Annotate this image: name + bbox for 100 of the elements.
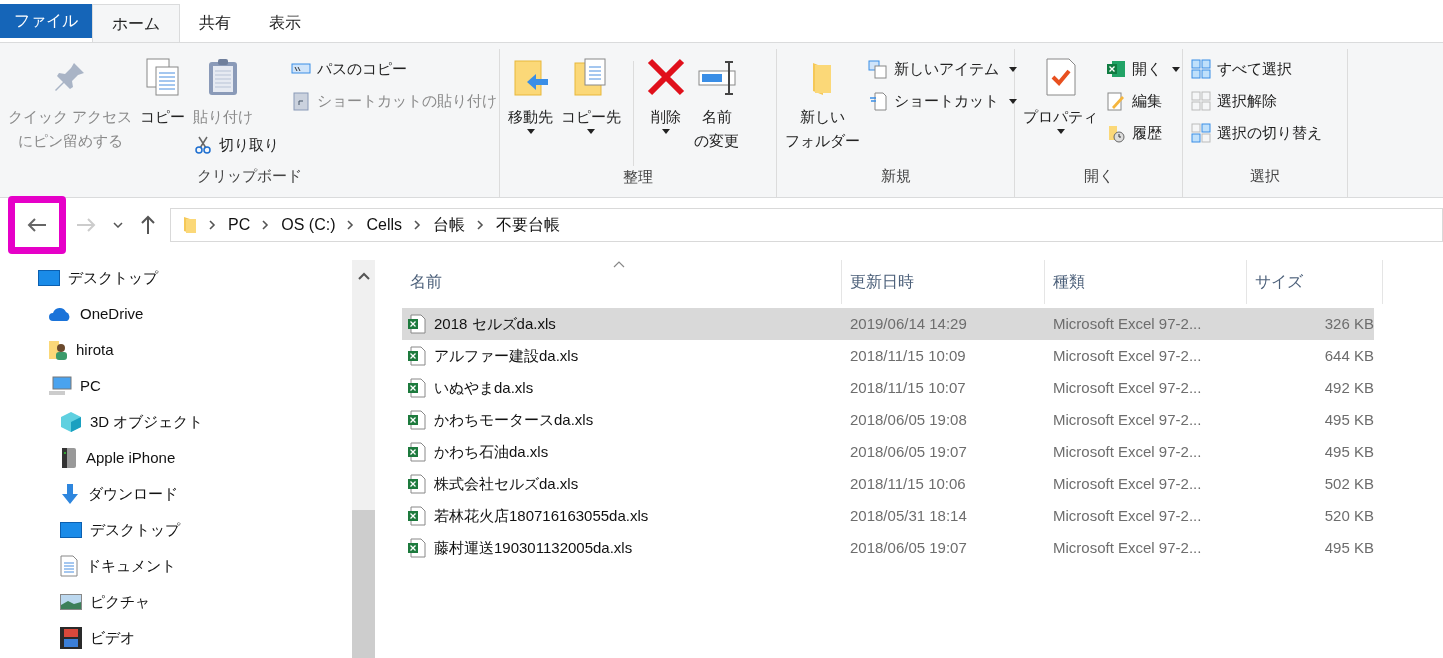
sidebar-item[interactable]: 3D オブジェクト — [0, 404, 352, 440]
film-icon — [60, 627, 82, 649]
file-name: かわち石油da.xls — [434, 441, 549, 462]
delete-icon — [646, 57, 686, 97]
column-header[interactable]: サイズ — [1247, 260, 1383, 304]
modified-date: 2018/06/05 19:08 — [849, 409, 968, 430]
new-folder-button[interactable]: 新しい フォルダー — [781, 53, 864, 153]
back-button[interactable] — [8, 196, 66, 254]
sidebar-item[interactable]: hirota — [0, 332, 352, 368]
modified-date: 2018/06/05 19:07 — [849, 537, 968, 558]
breadcrumb-item[interactable]: PC — [228, 213, 251, 237]
file-type: Microsoft Excel 97-2... — [1052, 505, 1203, 526]
file-row[interactable]: かわちモータースda.xls 2018/06/05 19:08 Microsoft Excel 97-2... 495 KB — [402, 404, 1374, 436]
back-arrow-icon — [27, 217, 47, 233]
device-icon — [60, 447, 78, 469]
cube-icon — [60, 411, 82, 433]
ribbon-group-label: 開く — [1082, 165, 1115, 186]
address-bar[interactable]: PC OS (C:) Cells 台帳 不要台帳 — [170, 208, 1443, 242]
column-header[interactable]: 名前 — [402, 260, 842, 304]
file-type: Microsoft Excel 97-2... — [1052, 537, 1203, 558]
breadcrumb-item[interactable]: Cells — [366, 213, 402, 237]
file-name: 2018 セルズda.xls — [434, 313, 556, 334]
sidebar-item[interactable]: ダウンロード — [0, 476, 352, 512]
breadcrumb-item[interactable]: 不要台帳 — [496, 213, 560, 237]
sidebar-item[interactable]: OneDrive — [0, 296, 352, 332]
select-none-button[interactable]: 選択解除 — [1187, 85, 1281, 117]
file-row[interactable]: かわち石油da.xls 2018/06/05 19:07 Microsoft Excel 97-2... 495 KB — [402, 436, 1374, 468]
properties-button[interactable]: プロパティ — [1019, 53, 1102, 134]
sidebar-item-label: ピクチャ — [90, 591, 150, 612]
cut-button[interactable]: 切り取り — [189, 129, 284, 161]
sidebar-item[interactable]: デスクトップ — [0, 260, 352, 296]
file-name: アルファー建設da.xls — [434, 345, 579, 366]
up-arrow-icon — [140, 215, 156, 235]
sidebar-item[interactable]: ピクチャ — [0, 584, 352, 620]
sidebar-item-label: 3D オブジェクト — [90, 411, 204, 432]
file-row[interactable]: 2018 セルズda.xls 2019/06/14 14:29 Microsoft Excel 97-2... 326 KB — [402, 308, 1374, 340]
shortcut-button[interactable]: ショートカット — [864, 85, 1021, 117]
new-item-button[interactable]: 新しいアイテム — [864, 53, 1021, 85]
excel-file-icon — [408, 506, 426, 526]
file-type: Microsoft Excel 97-2... — [1052, 409, 1203, 430]
sidebar-item-label: ドキュメント — [86, 555, 176, 576]
scissors-icon — [193, 135, 214, 155]
file-size: 644 KB — [1323, 345, 1374, 366]
copy-path-button[interactable]: パスのコピー — [287, 53, 412, 85]
move-to-button[interactable]: 移動先 — [504, 53, 557, 134]
modified-date: 2018/06/05 19:07 — [849, 441, 968, 462]
monitor-icon — [38, 270, 60, 286]
excel-file-icon — [408, 442, 426, 462]
sidebar-item-label: デスクトップ — [68, 267, 158, 288]
edit-button[interactable]: 編集 — [1102, 85, 1166, 117]
sidebar-item-label: OneDrive — [80, 303, 144, 324]
invert-selection-icon — [1191, 123, 1211, 143]
excel-file-icon — [408, 346, 426, 366]
select-all-icon — [1191, 59, 1211, 79]
chevron-right-icon — [347, 220, 355, 230]
sidebar-item-label: ビデオ — [90, 627, 135, 648]
folder-clock-icon — [1106, 123, 1126, 143]
file-row[interactable]: 株式会社セルズda.xls 2018/11/15 10:06 Microsoft Excel 97-2... 502 KB — [402, 468, 1374, 500]
breadcrumb-item[interactable]: OS (C:) — [281, 213, 336, 237]
file-name: いぬやまda.xls — [434, 377, 534, 398]
select-none-icon — [1191, 91, 1211, 111]
file-row[interactable]: 若林花火店180716163055da.xls 2018/05/31 18:14 Microsoft Excel 97-2... 520 KB — [402, 500, 1374, 532]
sort-ascending-icon — [613, 261, 625, 268]
sidebar-item[interactable]: ビデオ — [0, 620, 352, 656]
copy-to-button[interactable]: コピー先 — [557, 53, 625, 134]
rename-button[interactable]: 名前 の変更 — [690, 53, 743, 153]
select-all-button[interactable]: すべて選択 — [1187, 53, 1296, 85]
column-header[interactable]: 種類 — [1045, 260, 1247, 304]
copy-button[interactable]: コピー — [136, 53, 190, 129]
breadcrumb-item[interactable]: 台帳 — [433, 213, 465, 237]
history-button[interactable]: 履歴 — [1102, 117, 1166, 149]
file-row[interactable]: アルファー建設da.xls 2018/11/15 10:09 Microsoft Excel 97-2... 644 KB — [402, 340, 1374, 372]
user-folder-icon — [48, 339, 68, 361]
document-icon — [60, 555, 78, 577]
chevron-down-icon — [113, 222, 123, 228]
scroll-up-icon[interactable] — [357, 272, 370, 280]
scrollbar-thumb[interactable] — [352, 510, 375, 658]
modified-date: 2018/05/31 18:14 — [849, 505, 968, 526]
file-name: 若林花火店180716163055da.xls — [434, 505, 649, 526]
delete-button[interactable]: 削除 — [642, 53, 690, 134]
file-tab[interactable]: ファイル — [0, 4, 92, 38]
ribbon-tab[interactable]: 表示 — [250, 4, 320, 42]
chevron-right-icon — [209, 220, 216, 230]
open-button[interactable]: 開く — [1102, 53, 1184, 85]
invert-selection-button[interactable]: 選択の切り替え — [1187, 117, 1326, 149]
file-row[interactable]: いぬやまda.xls 2018/11/15 10:07 Microsoft Excel 97-2... 492 KB — [402, 372, 1374, 404]
ribbon-tab[interactable]: ホーム — [92, 4, 180, 42]
file-row[interactable]: 藤村運送190301132005da.xls 2018/06/05 19:07 Microsoft Excel 97-2... 495 KB — [402, 532, 1374, 564]
file-name: 株式会社セルズda.xls — [434, 473, 579, 494]
sidebar-item[interactable]: PC — [0, 368, 352, 404]
shortcut-file-icon — [868, 91, 888, 111]
column-header[interactable]: 更新日時 — [842, 260, 1045, 304]
ribbon-tab[interactable]: 共有 — [180, 4, 250, 42]
ribbon-group-label: クリップボード — [196, 165, 303, 186]
excel-file-icon — [408, 410, 426, 430]
ribbon-group-label: 新規 — [879, 165, 912, 186]
sidebar-item[interactable]: デスクトップ — [0, 512, 352, 548]
sidebar-item[interactable]: ドキュメント — [0, 548, 352, 584]
file-size: 502 KB — [1323, 473, 1374, 494]
sidebar-item[interactable]: Apple iPhone — [0, 440, 352, 476]
